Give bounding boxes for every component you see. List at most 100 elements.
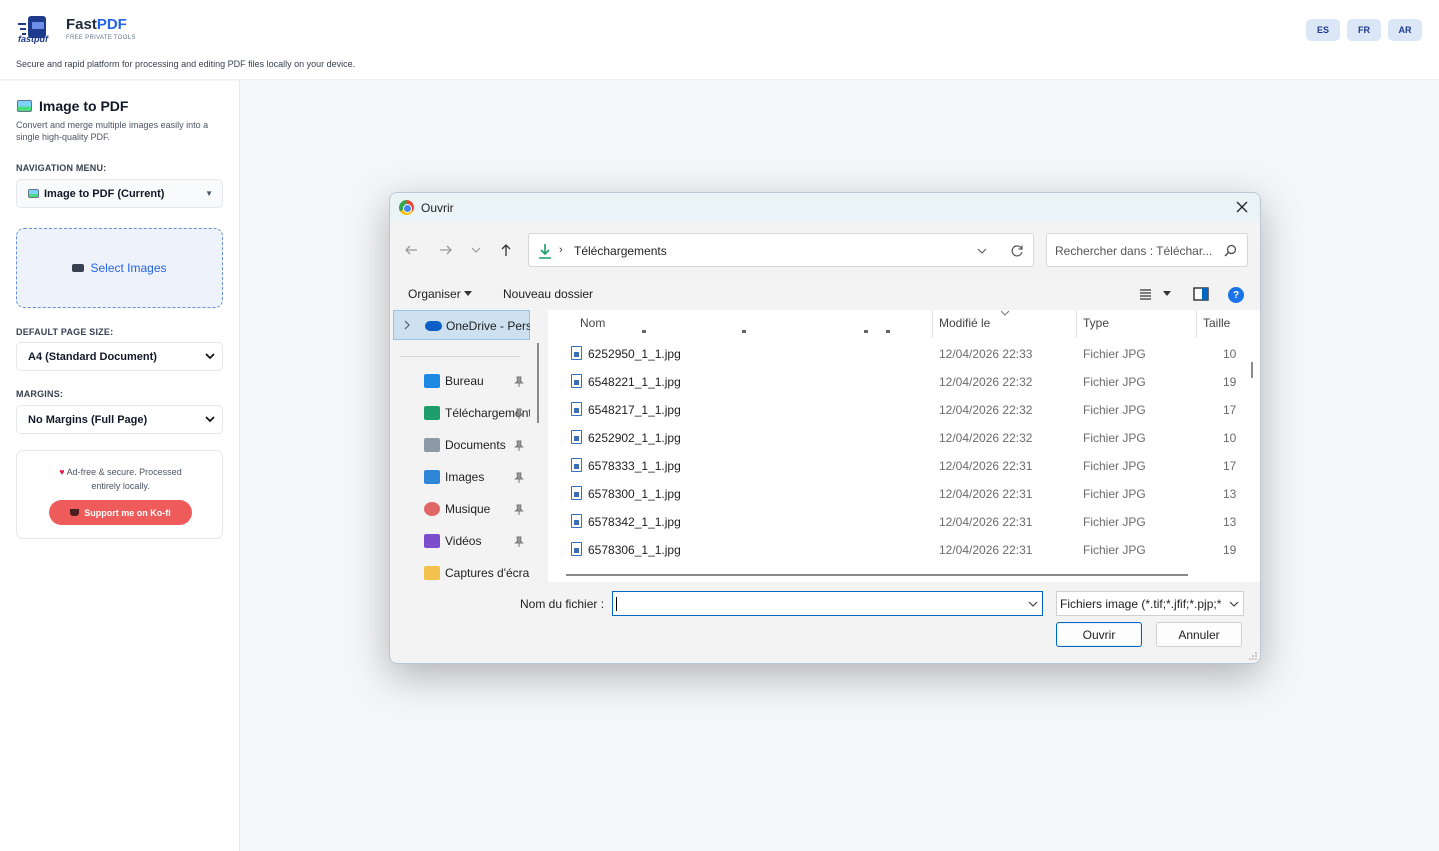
download-icon — [424, 406, 440, 420]
nav-item-bureau[interactable]: Bureau — [390, 368, 530, 396]
brand-name[interactable]: FastPDF — [66, 16, 127, 33]
back-arrow-icon[interactable] — [403, 242, 419, 258]
nav-item-telechargements[interactable]: Téléchargements — [390, 400, 530, 428]
search-box[interactable]: Rechercher dans : Téléchar... — [1046, 233, 1248, 267]
close-icon[interactable] — [1234, 199, 1250, 215]
brand-prefix: Fast — [66, 16, 97, 33]
download-icon — [539, 244, 551, 259]
file-modified: 12/04/2026 22:32 — [939, 375, 1033, 389]
nav-item-musique[interactable]: Musique — [390, 496, 530, 524]
column-divider[interactable] — [1076, 310, 1077, 338]
nav-pane-scrollbar[interactable] — [537, 343, 539, 423]
support-line-1: Ad-free & secure. Processed — [66, 467, 182, 477]
filename-label: Nom du fichier : — [520, 597, 605, 611]
recent-locations-icon[interactable] — [470, 244, 482, 256]
column-header-size[interactable]: Taille — [1203, 310, 1230, 340]
support-text: ♥ Ad-free & secure. Processed entirely l… — [17, 465, 224, 493]
nav-item-onedrive[interactable]: OneDrive - Perso — [393, 310, 530, 340]
select-images-dropzone[interactable]: Select Images — [16, 228, 223, 308]
kofi-label: Support me on Ko-fi — [84, 507, 171, 518]
file-type-value: Fichiers image (*.tif;*.jfif;*.pjp;* — [1060, 597, 1222, 611]
page-size-select[interactable]: A4 (Standard Document) — [16, 342, 223, 371]
chevron-down-icon[interactable] — [977, 246, 987, 256]
file-size: 13 — [1223, 515, 1237, 529]
caret-down-icon[interactable] — [464, 291, 472, 297]
preview-pane-icon[interactable] — [1193, 287, 1209, 301]
file-type: Fichier JPG — [1083, 403, 1146, 417]
up-arrow-icon[interactable] — [498, 242, 514, 258]
chrome-icon — [399, 200, 414, 215]
column-header-type[interactable]: Type — [1083, 310, 1109, 340]
file-row[interactable]: 6578300_1_1.jpg 12/04/2026 22:31 Fichier J… — [548, 480, 1248, 508]
margins-select[interactable]: No Margins (Full Page) — [16, 405, 223, 434]
column-divider[interactable] — [932, 310, 933, 338]
file-row[interactable]: 6578342_1_1.jpg 12/04/2026 22:31 Fichier J… — [548, 508, 1248, 536]
pin-icon[interactable] — [514, 376, 524, 388]
jpg-file-icon — [571, 430, 582, 444]
nav-item-captures[interactable]: Captures d'écran — [390, 560, 530, 582]
view-options-icon[interactable] — [1139, 287, 1155, 301]
column-header-modified[interactable]: Modifié le — [939, 310, 990, 340]
breadcrumb-folder[interactable]: Téléchargements — [574, 244, 667, 258]
video-icon — [424, 534, 440, 548]
dialog-titlebar[interactable]: Ouvrir — [390, 193, 1260, 222]
file-name: 6252950_1_1.jpg — [588, 347, 681, 361]
tool-description: Convert and merge multiple images easily… — [16, 120, 209, 142]
caret-down-icon[interactable] — [1163, 291, 1171, 297]
nav-item-documents[interactable]: Documents — [390, 432, 530, 460]
lang-fr-button[interactable]: FR — [1347, 19, 1381, 41]
file-row[interactable]: 6578333_1_1.jpg 12/04/2026 22:31 Fichier J… — [548, 452, 1248, 480]
pin-icon[interactable] — [514, 504, 524, 516]
address-bar[interactable]: › Téléchargements — [528, 233, 1034, 267]
pin-icon[interactable] — [514, 440, 524, 452]
lang-ar-button[interactable]: AR — [1388, 19, 1422, 41]
chevron-down-icon — [205, 353, 215, 360]
file-name: 6252902_1_1.jpg — [588, 431, 681, 445]
cancel-button[interactable]: Annuler — [1156, 622, 1242, 647]
lang-es-button[interactable]: ES — [1306, 19, 1340, 41]
chevron-right-icon[interactable] — [403, 320, 411, 330]
file-row[interactable]: 6252950_1_1.jpg 12/04/2026 22:33 Fichier J… — [548, 340, 1248, 368]
nav-menu-select[interactable]: Image to PDF (Current) ▼ — [16, 179, 223, 208]
file-size: 17 — [1223, 403, 1237, 417]
filename-input[interactable] — [612, 591, 1043, 616]
help-icon[interactable]: ? — [1228, 287, 1244, 303]
nav-item-images[interactable]: Images — [390, 464, 530, 492]
resize-grip-icon[interactable] — [1249, 652, 1257, 660]
organize-menu[interactable]: Organiser — [408, 287, 461, 301]
file-row[interactable]: 6578306_1_1.jpg 12/04/2026 22:31 Fichier J… — [548, 536, 1248, 564]
file-modified: 12/04/2026 22:32 — [939, 403, 1033, 417]
file-size: 10 — [1223, 347, 1237, 361]
margins-value: No Margins (Full Page) — [28, 413, 148, 426]
file-row[interactable]: 6252902_1_1.jpg 12/04/2026 22:32 Fichier J… — [548, 424, 1248, 452]
file-modified: 12/04/2026 22:33 — [939, 347, 1033, 361]
file-size: 17 — [1223, 459, 1237, 473]
brand-suffix: PDF — [96, 16, 127, 33]
file-row[interactable]: 6548217_1_1.jpg 12/04/2026 22:32 Fichier J… — [548, 396, 1248, 424]
file-type-select[interactable]: Fichiers image (*.tif;*.jfif;*.pjp;* — [1056, 591, 1244, 616]
horizontal-scrollbar[interactable] — [566, 574, 1188, 576]
file-type: Fichier JPG — [1083, 347, 1146, 361]
desktop-icon — [424, 374, 440, 388]
kofi-button[interactable]: Support me on Ko-fi — [49, 500, 192, 525]
column-header-name[interactable]: Nom — [580, 310, 605, 340]
file-row[interactable]: 6548221_1_1.jpg 12/04/2026 22:32 Fichier J… — [548, 368, 1248, 396]
nav-item-videos[interactable]: Vidéos — [390, 528, 530, 556]
pin-icon[interactable] — [514, 536, 524, 548]
sidebar: Image to PDF Convert and merge multiple … — [0, 81, 240, 851]
jpg-file-icon — [571, 346, 582, 360]
new-folder-button[interactable]: Nouveau dossier — [503, 287, 593, 301]
file-list: Nom Modifié le Type Taille 6252950_1_1.j… — [548, 310, 1260, 582]
refresh-icon[interactable] — [1010, 244, 1024, 258]
vertical-scrollbar[interactable] — [1251, 362, 1253, 378]
forward-arrow-icon[interactable] — [438, 242, 454, 258]
open-button[interactable]: Ouvrir — [1056, 622, 1142, 647]
navigation-pane: OneDrive - Perso Bureau Téléchargements … — [390, 310, 530, 582]
file-type: Fichier JPG — [1083, 375, 1146, 389]
pin-icon[interactable] — [514, 472, 524, 484]
chevron-down-icon[interactable] — [1028, 599, 1038, 609]
column-divider[interactable] — [1196, 310, 1197, 338]
file-modified: 12/04/2026 22:31 — [939, 515, 1033, 529]
pin-icon[interactable] — [514, 408, 524, 420]
camera-icon — [72, 264, 85, 272]
